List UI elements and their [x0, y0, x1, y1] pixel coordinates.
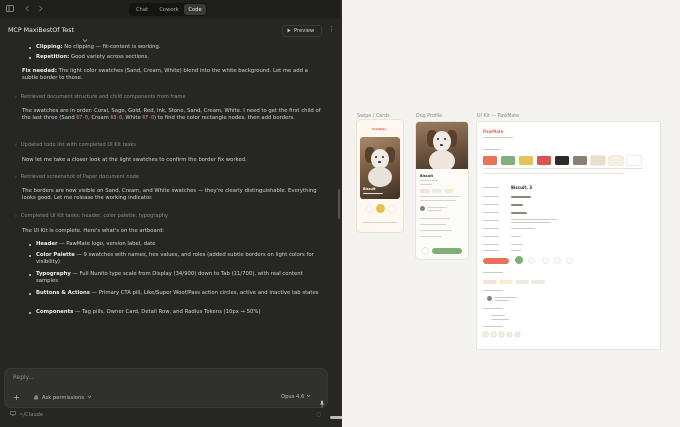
dog-photo: [416, 122, 468, 169]
dog-photo: Biscuit: [360, 137, 400, 199]
tool-call-row[interactable]: › Retrieved document structure and child …: [15, 94, 186, 101]
list-item: Header — PawMate logo, version label, da…: [36, 241, 156, 247]
more-options-icon[interactable]: ⋮: [328, 25, 335, 33]
chevron-right-icon: ›: [15, 143, 17, 148]
swatch-sand: [591, 156, 605, 165]
reply-input[interactable]: Reply...: [13, 375, 34, 381]
list-item: Buttons & Actions — Primary CTA pill, Li…: [36, 290, 319, 296]
app-logo: PawMate: [372, 127, 387, 131]
list-item: Clipping: No clipping — fit-content is w…: [36, 44, 161, 50]
window-topbar: Chat Cowork Code: [0, 0, 340, 18]
microphone-icon[interactable]: [319, 393, 325, 408]
preview-label: Preview: [294, 28, 315, 34]
swatch-cream: [609, 156, 623, 165]
swatch-stone: [573, 156, 587, 165]
permissions-dropdown[interactable]: Ask permissions: [33, 394, 92, 402]
list-item: Repetition: Good variety across sections…: [36, 54, 149, 60]
list-item: Color Palette — 9 swatches with names, h…: [36, 252, 314, 266]
like-button[interactable]: [389, 206, 395, 212]
message-button[interactable]: [422, 248, 428, 254]
ui-kit-frame[interactable]: PawMate Biscuit, 3: [477, 122, 660, 349]
swatch-gold: [519, 156, 533, 165]
monitor-icon: [10, 411, 16, 418]
sidebar-toggle-icon[interactable]: [6, 5, 14, 12]
tool-call-row[interactable]: › Retrieved screenshot of Paper document …: [15, 174, 139, 181]
list-item: Typography — Full Nunito type scale from…: [36, 271, 303, 285]
swatch-white: [627, 156, 641, 165]
model-selector[interactable]: Opus 4.6: [281, 394, 311, 400]
chat-paragraph: The UI Kit is complete. Here's what's on…: [22, 228, 164, 234]
swatch-red: [537, 156, 551, 165]
session-header: MCP MaxiBestOf Test Preview ⋮: [0, 22, 340, 43]
app-logo: PawMate: [483, 129, 504, 134]
chat-pane: Chat Cowork Code MCP MaxiBestOf Test Pre…: [0, 0, 340, 427]
swipe-cards-frame[interactable]: PawMate Biscuit: [357, 120, 403, 232]
swatch-coral: [483, 156, 497, 165]
swatch-order-paragraph: The swatches are in order: Coral, Sage, …: [22, 108, 321, 122]
frame-label: Dog Profile: [416, 114, 443, 119]
tab-cowork[interactable]: Cowork: [155, 4, 183, 15]
reply-composer[interactable]: Reply... + Ask permissions Opus 4.6: [4, 368, 328, 408]
pet-name: Biscuit: [420, 174, 433, 178]
super-woof-button[interactable]: [376, 204, 385, 213]
preview-button[interactable]: Preview: [282, 25, 322, 37]
pass-button[interactable]: [366, 206, 372, 212]
working-directory[interactable]: ~/Claude: [10, 411, 43, 418]
chevron-right-icon: ›: [15, 95, 17, 100]
tool-call-row[interactable]: › Completed UI Kit tasks: header, color p…: [15, 213, 168, 220]
typography-sample: Biscuit, 3: [511, 185, 532, 190]
dog-profile-frame[interactable]: Biscuit: [416, 122, 468, 259]
swatch-sage: [501, 156, 515, 165]
canvas-preview: Swipe / Cards Dog Profile UI Kit — PawMa…: [342, 0, 680, 427]
hand-icon: [33, 394, 39, 402]
frame-label: UI Kit — PawMate: [477, 114, 520, 119]
chevron-right-icon: ›: [15, 214, 17, 219]
chat-paragraph: The borders are now visible on Sand, Cre…: [22, 188, 317, 202]
chevron-right-icon: ›: [15, 175, 17, 180]
back-arrow-icon[interactable]: [24, 5, 31, 12]
meet-button[interactable]: [432, 248, 462, 254]
loading-icon: ◌: [316, 411, 322, 418]
tool-call-row[interactable]: › Updated todo list with completed UI Kit…: [15, 142, 136, 149]
tab-code[interactable]: Code: [184, 4, 206, 15]
plus-icon[interactable]: +: [13, 393, 20, 402]
scrollbar[interactable]: [338, 189, 340, 219]
chat-paragraph: Now let me take a closer look at the lig…: [22, 157, 247, 163]
tab-chat[interactable]: Chat: [130, 4, 154, 15]
list-item: Components — Tag pills, Owner Card, Deta…: [36, 309, 261, 315]
pet-name: Biscuit: [363, 187, 376, 191]
primary-cta-sample: [483, 258, 509, 264]
play-icon: [287, 28, 291, 35]
fix-needed-paragraph: Fix needed: The light color swatches (Sa…: [22, 68, 308, 82]
mode-switcher: Chat Cowork Code: [129, 3, 207, 16]
frame-label: Swipe / Cards: [357, 114, 390, 119]
chevron-down-icon: [87, 395, 92, 401]
session-title[interactable]: MCP MaxiBestOf Test: [8, 27, 74, 34]
swatch-ink: [555, 156, 569, 165]
forward-arrow-icon[interactable]: [37, 5, 44, 12]
